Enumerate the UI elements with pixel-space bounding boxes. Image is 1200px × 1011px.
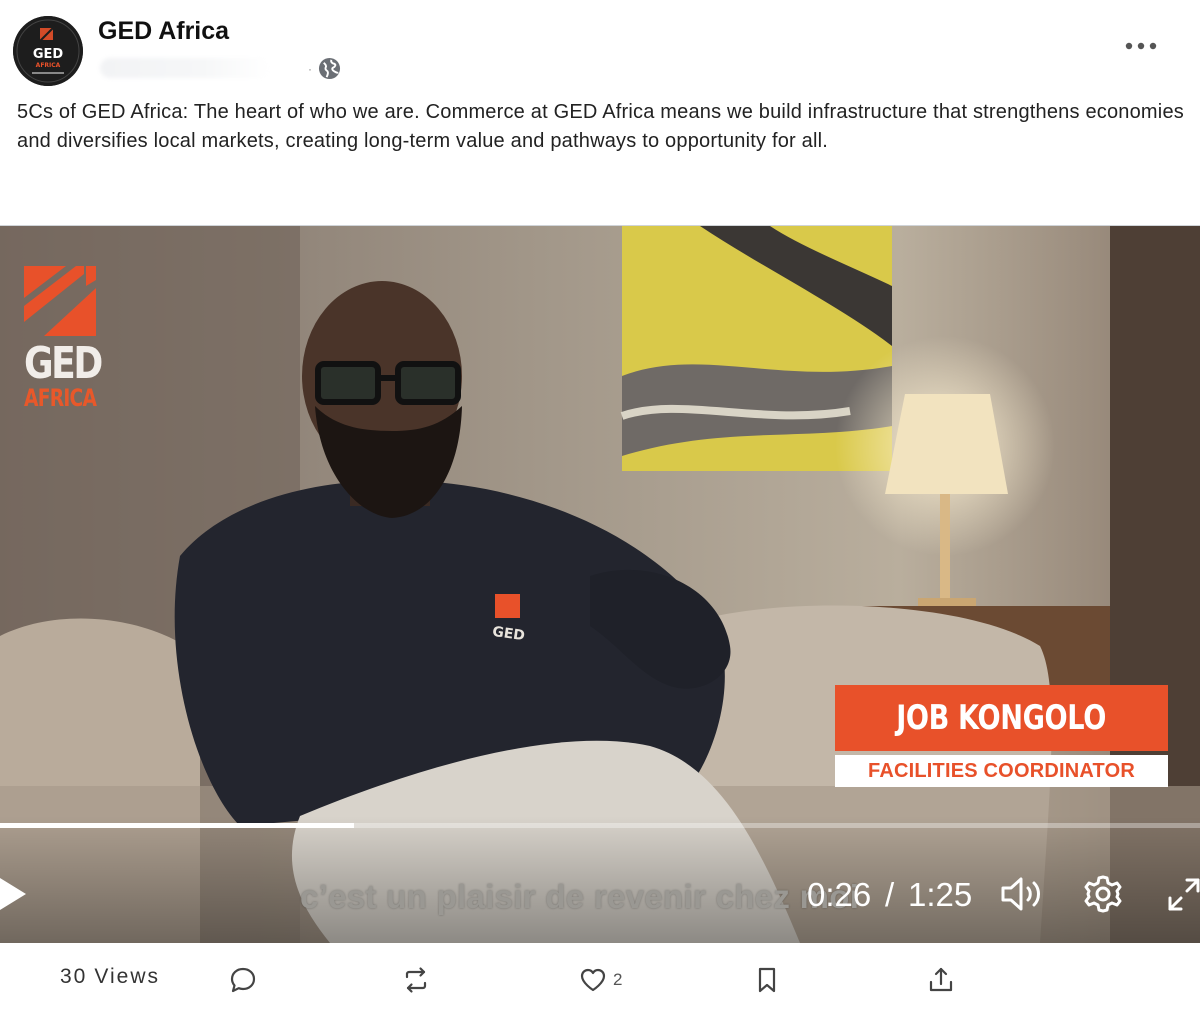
separator-dot: ·	[308, 62, 312, 76]
share-icon	[929, 967, 953, 992]
repost-icon	[405, 967, 427, 993]
post-card: GED AFRICA GED Africa · 5Cs of GED Afric…	[0, 0, 1200, 1011]
comment-icon	[230, 967, 256, 993]
post-caption: 5Cs of GED Africa: The heart of who we a…	[17, 101, 1184, 152]
gear-icon[interactable]	[1084, 875, 1122, 913]
view-count-number: 30	[60, 965, 88, 988]
avatar-subtext: AFRICA	[36, 62, 61, 69]
play-icon[interactable]	[0, 876, 30, 912]
more-options-icon[interactable]	[1123, 36, 1159, 56]
repost-button[interactable]	[402, 962, 430, 998]
author-avatar[interactable]: GED AFRICA	[13, 16, 83, 86]
author-handle-redacted	[100, 58, 270, 78]
share-button[interactable]	[927, 962, 955, 998]
view-count-label: Views	[94, 965, 160, 988]
video-brand-logo: GED AFRICA	[24, 266, 103, 426]
reply-button[interactable]	[229, 962, 257, 998]
volume-icon[interactable]	[1000, 876, 1046, 912]
speaker-name: JOB KONGOLO	[896, 698, 1107, 738]
fullscreen-icon[interactable]	[1167, 876, 1200, 912]
globe-icon	[318, 57, 341, 80]
bookmark-icon	[758, 967, 776, 993]
author-name[interactable]: GED Africa	[98, 17, 229, 46]
video-brand-subtext: AFRICA	[24, 384, 97, 412]
video-progress-fill	[0, 823, 354, 828]
video-brand-text: GED	[24, 338, 103, 389]
time-total: 1:25	[908, 876, 973, 913]
video-player[interactable]: GED GED AFRICA JOB KONGOLO FACILITIES CO…	[0, 226, 1200, 943]
like-button[interactable]: 2	[579, 962, 622, 998]
speaker-name-banner: JOB KONGOLO	[835, 685, 1168, 751]
avatar-text: GED	[33, 47, 64, 62]
heart-icon	[580, 968, 606, 992]
speaker-role: FACILITIES COORDINATOR	[835, 755, 1168, 787]
like-count: 2	[613, 970, 623, 989]
view-count: 30 Views	[60, 965, 160, 989]
video-progress-bar[interactable]	[0, 823, 1200, 828]
video-subtitle: c’est un plaisir de revenir chez moi	[300, 878, 860, 915]
bookmark-button[interactable]	[753, 962, 781, 998]
brand-mark-icon	[24, 266, 96, 336]
time-separator: /	[885, 876, 895, 913]
time-current: 0:26	[807, 876, 872, 913]
